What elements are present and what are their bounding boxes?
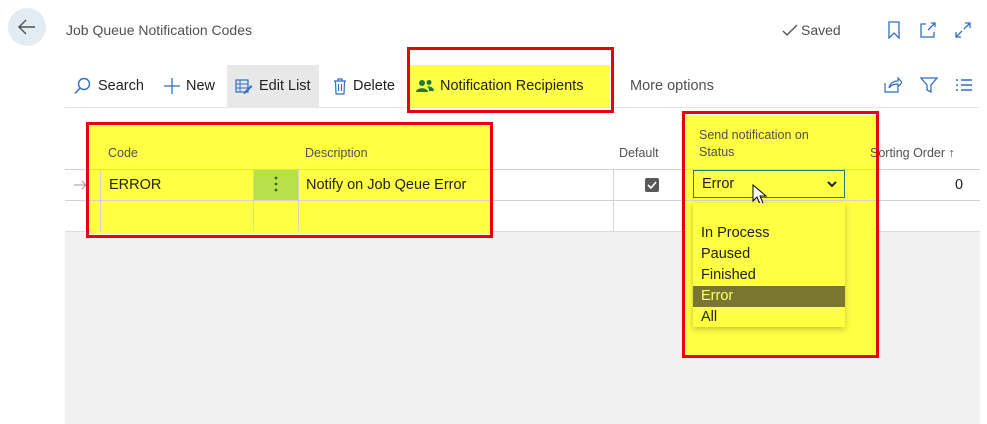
annotation-box-status <box>682 111 879 358</box>
sorting-order-label: Sorting Order <box>870 146 946 160</box>
arrow-left-icon <box>18 19 35 35</box>
more-options-button[interactable]: More options <box>630 65 714 107</box>
column-divider <box>613 170 614 231</box>
checkmark-icon <box>647 181 657 189</box>
checkmark-icon <box>782 24 798 36</box>
default-checkbox[interactable] <box>645 178 659 192</box>
sorting-order-cell[interactable]: 0 <box>955 177 963 193</box>
column-header-sorting-order[interactable]: Sorting Order ↑ <box>870 145 955 162</box>
annotation-box-recipients <box>407 47 614 113</box>
new-button[interactable]: New <box>164 65 215 107</box>
bookmark-icon[interactable] <box>884 20 904 40</box>
search-icon <box>74 77 91 95</box>
sort-ascending-icon: ↑ <box>948 146 955 160</box>
back-button[interactable] <box>8 8 46 46</box>
search-label: Search <box>98 78 144 94</box>
edit-list-icon <box>235 79 253 94</box>
saved-status: Saved <box>782 22 841 38</box>
edit-list-button[interactable]: Edit List <box>227 65 319 107</box>
column-header-default[interactable]: Default <box>619 145 659 162</box>
delete-label: Delete <box>353 78 395 94</box>
plus-icon <box>164 78 180 94</box>
list-view-icon[interactable] <box>953 74 975 96</box>
saved-label: Saved <box>801 22 841 38</box>
more-options-label: More options <box>630 78 714 94</box>
trash-icon <box>334 77 346 95</box>
new-label: New <box>186 78 216 94</box>
filter-icon[interactable] <box>918 74 940 96</box>
share-icon[interactable] <box>882 74 904 96</box>
open-new-window-icon[interactable] <box>918 20 938 40</box>
page-title: Job Queue Notification Codes <box>66 22 252 38</box>
annotation-box-code-description <box>86 122 493 238</box>
expand-icon[interactable] <box>953 20 973 40</box>
edit-list-label: Edit List <box>259 78 311 94</box>
search-button[interactable]: Search <box>74 65 144 107</box>
delete-button[interactable]: Delete <box>333 65 395 107</box>
